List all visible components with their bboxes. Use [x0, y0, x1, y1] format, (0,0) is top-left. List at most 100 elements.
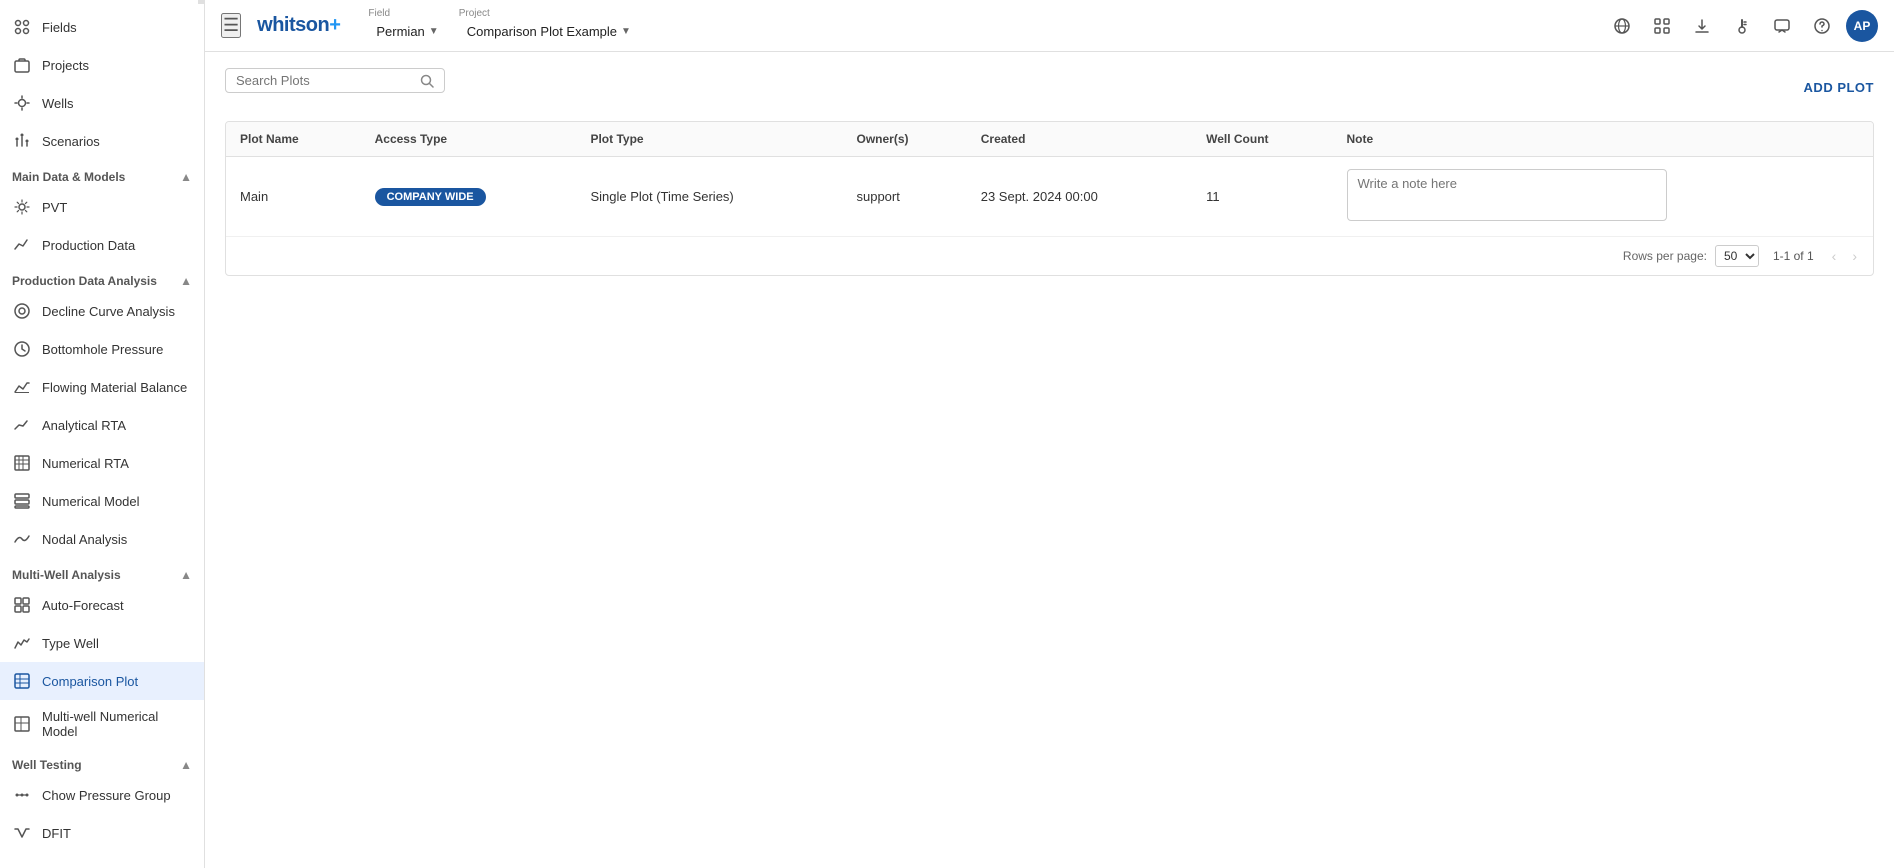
analytical-rta-label: Analytical RTA [42, 418, 126, 433]
section-main-data-chevron: ▲ [180, 170, 192, 184]
field-label: Field [368, 8, 446, 19]
sidebar-item-chow-pressure-group[interactable]: Chow Pressure Group [0, 776, 204, 814]
cell-plot-type: Single Plot (Time Series) [576, 157, 842, 237]
pagination-info: 1-1 of 1 [1773, 249, 1814, 263]
sidebar-item-dfit[interactable]: DFIT [0, 814, 204, 852]
table-row: Main COMPANY WIDE Single Plot (Time Seri… [226, 157, 1873, 237]
sidebar-item-nodal-analysis[interactable]: Nodal Analysis [0, 520, 204, 558]
cpg-label: Chow Pressure Group [42, 788, 171, 803]
bh-pressure-label: Bottomhole Pressure [42, 342, 163, 357]
sidebar-item-analytical-rta[interactable]: Analytical RTA [0, 406, 204, 444]
section-production-data-analysis[interactable]: Production Data Analysis ▲ [0, 264, 204, 292]
numerical-rta-icon [12, 453, 32, 473]
sidebar-item-type-well[interactable]: Type Well [0, 624, 204, 662]
add-plot-label: ADD PLOT [1804, 80, 1874, 95]
field-dropdown-arrow: ▼ [429, 26, 439, 37]
numerical-model-label: Numerical Model [42, 494, 140, 509]
sidebar-item-wells[interactable]: Wells [0, 84, 204, 122]
type-well-label: Type Well [42, 636, 99, 651]
projects-label: Projects [42, 58, 89, 73]
sidebar-item-multi-well-numerical-model[interactable]: Multi-well Numerical Model [0, 700, 204, 748]
sidebar-item-pvt[interactable]: PVT [0, 188, 204, 226]
table-header: Plot Name Access Type Plot Type Owner(s)… [226, 122, 1873, 157]
cell-note [1333, 157, 1873, 237]
search-icon [420, 74, 434, 88]
field-dropdown: Field Permian ▼ [368, 8, 446, 43]
section-mwa-label: Multi-Well Analysis [12, 568, 121, 582]
temperature-icon-btn[interactable] [1726, 10, 1758, 42]
avatar-btn[interactable]: AP [1846, 10, 1878, 42]
pagination-bar: Rows per page: 50 1-1 of 1 ‹ › [226, 236, 1873, 275]
add-plot-button[interactable]: ADD PLOT [1804, 80, 1874, 95]
section-wt-label: Well Testing [12, 758, 82, 772]
section-well-testing[interactable]: Well Testing ▲ [0, 748, 204, 776]
sidebar-item-comparison-plot[interactable]: Comparison Plot [0, 662, 204, 700]
col-note: Note [1333, 122, 1873, 157]
note-input[interactable] [1347, 169, 1667, 221]
sidebar-item-auto-forecast[interactable]: Auto-Forecast [0, 586, 204, 624]
topbar-right: AP [1606, 10, 1878, 42]
sidebar-item-production-data[interactable]: Production Data [0, 226, 204, 264]
sidebar-item-bottomhole-pressure[interactable]: Bottomhole Pressure [0, 330, 204, 368]
logo-text: whitson [257, 14, 329, 36]
sidebar-top-nav: Fields Projects Wells Scenarios [0, 4, 204, 160]
pagination-prev-btn[interactable]: ‹ [1828, 246, 1841, 266]
sidebar-item-numerical-rta[interactable]: Numerical RTA [0, 444, 204, 482]
dca-icon [12, 301, 32, 321]
cell-owner: support [842, 157, 966, 237]
col-owner: Owner(s) [842, 122, 966, 157]
logo-plus: + [329, 14, 340, 36]
section-mwa-chevron: ▲ [180, 568, 192, 582]
plots-table-container: Plot Name Access Type Plot Type Owner(s)… [225, 121, 1874, 276]
sidebar-item-decline-curve-analysis[interactable]: Decline Curve Analysis [0, 292, 204, 330]
scenarios-label: Scenarios [42, 134, 100, 149]
type-well-icon [12, 633, 32, 653]
message-icon-btn[interactable] [1766, 10, 1798, 42]
download-icon-btn[interactable] [1686, 10, 1718, 42]
scenarios-icon [12, 131, 32, 151]
sidebar-item-flowing-material-balance[interactable]: Flowing Material Balance [0, 368, 204, 406]
analytical-rta-icon [12, 415, 32, 435]
auto-forecast-label: Auto-Forecast [42, 598, 124, 613]
wells-label: Wells [42, 96, 74, 111]
projects-icon [12, 55, 32, 75]
main-content: ☰ whitson+ Field Permian ▼ Project Compa… [205, 0, 1894, 868]
production-data-icon [12, 235, 32, 255]
project-value: Comparison Plot Example [467, 24, 617, 39]
menu-icon[interactable]: ☰ [221, 13, 241, 38]
content-area: ADD PLOT Plot Name Access Type Plot Type… [205, 52, 1894, 868]
comparison-plot-icon [12, 671, 32, 691]
logo: whitson+ [257, 14, 340, 37]
help-icon-btn[interactable] [1806, 10, 1838, 42]
sidebar-item-projects[interactable]: Projects [0, 46, 204, 84]
dfit-label: DFIT [42, 826, 71, 841]
rows-per-page-select[interactable]: 50 [1715, 245, 1759, 267]
section-multi-well-analysis[interactable]: Multi-Well Analysis ▲ [0, 558, 204, 586]
auto-forecast-icon [12, 595, 32, 615]
sidebar-item-numerical-model[interactable]: Numerical Model [0, 482, 204, 520]
sidebar-item-fields[interactable]: Fields [0, 8, 204, 46]
section-wt-chevron: ▲ [180, 758, 192, 772]
nodal-analysis-icon [12, 529, 32, 549]
dfit-icon [12, 823, 32, 843]
bh-pressure-icon [12, 339, 32, 359]
grid-icon-btn[interactable] [1646, 10, 1678, 42]
pagination-next-btn[interactable]: › [1848, 246, 1861, 266]
cell-well-count: 11 [1192, 157, 1332, 237]
numerical-rta-label: Numerical RTA [42, 456, 129, 471]
pvt-label: PVT [42, 200, 67, 215]
rows-per-page-label: Rows per page: [1623, 249, 1707, 263]
cell-plot-name: Main [226, 157, 361, 237]
avatar-initials: AP [1854, 19, 1871, 33]
section-pda-label: Production Data Analysis [12, 274, 157, 288]
project-dropdown-btn[interactable]: Comparison Plot Example ▼ [459, 20, 639, 43]
mwnm-label: Multi-well Numerical Model [42, 709, 192, 739]
section-pda-chevron: ▲ [180, 274, 192, 288]
field-dropdown-btn[interactable]: Permian ▼ [368, 20, 446, 43]
sidebar-item-scenarios[interactable]: Scenarios [0, 122, 204, 160]
section-main-data-models[interactable]: Main Data & Models ▲ [0, 160, 204, 188]
fields-label: Fields [42, 20, 77, 35]
col-plot-name: Plot Name [226, 122, 361, 157]
globe-icon-btn[interactable] [1606, 10, 1638, 42]
search-input[interactable] [236, 73, 414, 88]
